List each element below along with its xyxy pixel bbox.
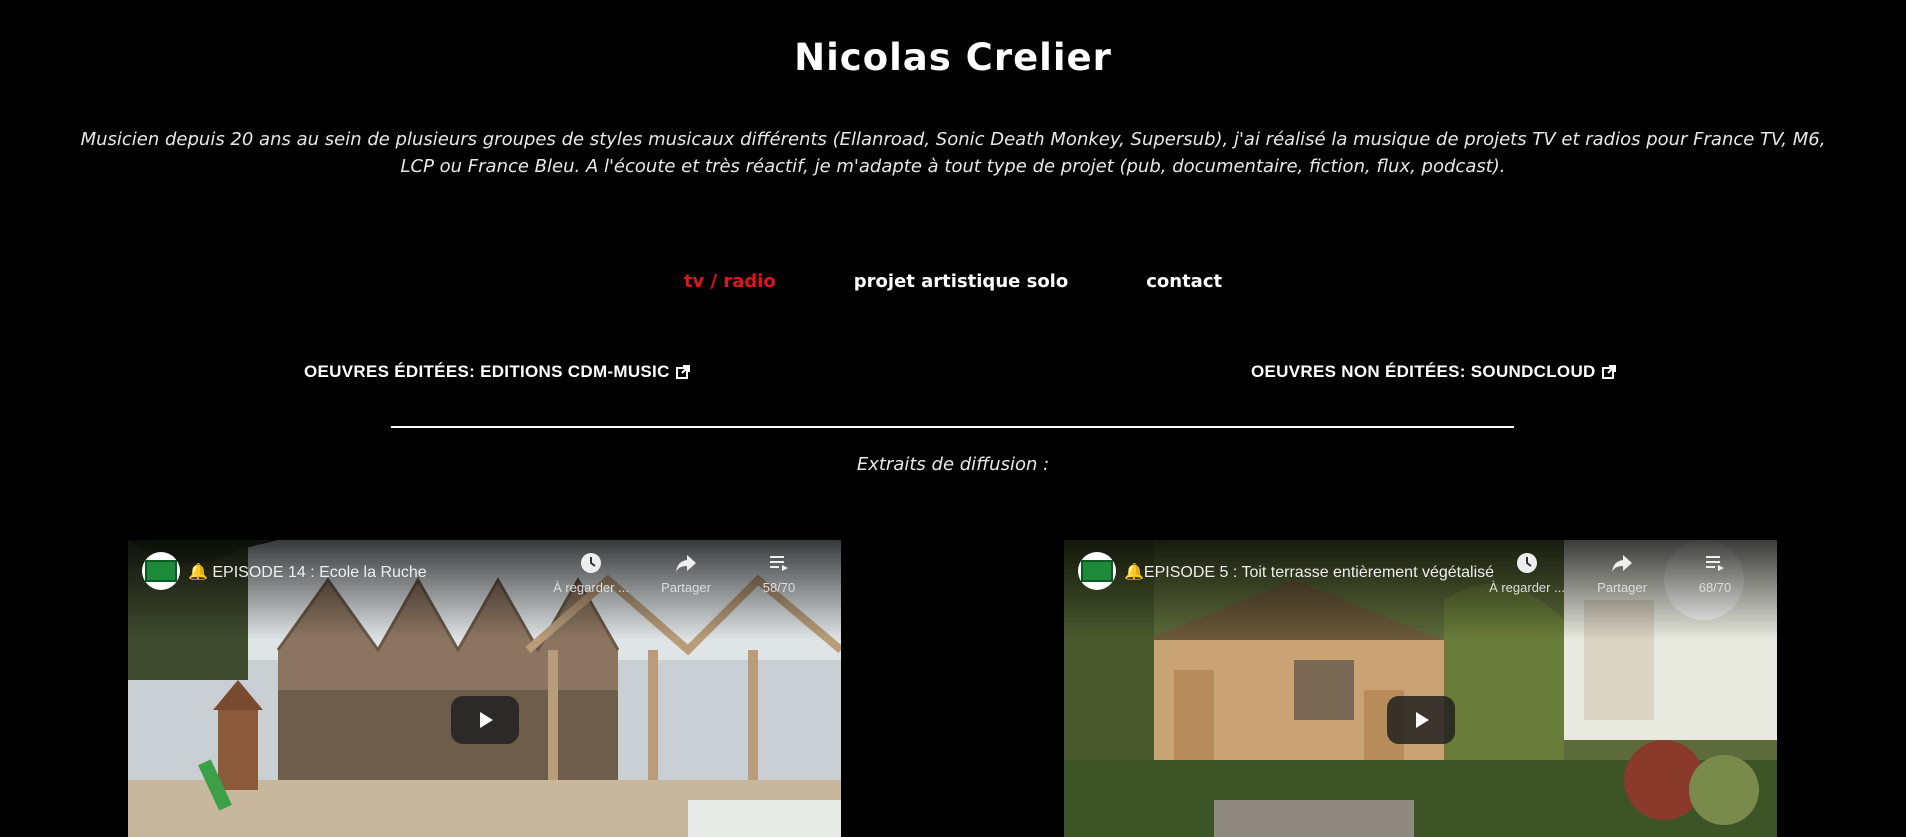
watch-later-label: À regarder ... bbox=[553, 580, 629, 595]
site-title: Nicolas Crelier bbox=[794, 36, 1112, 79]
play-button[interactable] bbox=[451, 696, 519, 744]
external-link-icon bbox=[675, 365, 690, 379]
edited-works-link[interactable]: OEUVRES ÉDITÉES: EDITIONS CDM-MUSIC bbox=[304, 362, 690, 382]
watch-later-label: À regarder ... bbox=[1489, 580, 1565, 595]
play-icon bbox=[480, 712, 493, 728]
share-button[interactable]: Partager bbox=[1577, 552, 1667, 595]
excerpts-heading: Extraits de diffusion : bbox=[856, 454, 1050, 475]
video-embed-episode-5[interactable]: 🔔EPISODE 5 : Toit terrasse entièrement v… bbox=[1064, 540, 1777, 837]
play-icon bbox=[1416, 712, 1429, 728]
playlist-icon bbox=[770, 556, 788, 571]
playlist-button[interactable]: 58/70 bbox=[734, 552, 824, 595]
clock-icon bbox=[1517, 553, 1537, 573]
external-link-icon bbox=[1601, 365, 1616, 379]
nav-item-tv-radio[interactable]: tv / radio bbox=[684, 271, 776, 292]
main-nav: tv / radio projet artistique solo contac… bbox=[0, 271, 1906, 292]
unedited-works-label: OEUVRES NON ÉDITÉES: SOUNDCLOUD bbox=[1251, 362, 1596, 381]
video-title[interactable]: 🔔 EPISODE 14 : Ecole la Ruche bbox=[188, 562, 427, 582]
nav-item-solo-project[interactable]: projet artistique solo bbox=[854, 271, 1068, 292]
unedited-works-link[interactable]: OEUVRES NON ÉDITÉES: SOUNDCLOUD bbox=[1251, 362, 1616, 382]
share-icon bbox=[676, 555, 696, 572]
edited-works-label: OEUVRES ÉDITÉES: EDITIONS CDM-MUSIC bbox=[304, 362, 670, 381]
watch-later-button[interactable]: À regarder ... bbox=[1482, 552, 1572, 595]
channel-avatar[interactable] bbox=[1078, 552, 1116, 590]
play-button[interactable] bbox=[1387, 696, 1455, 744]
playlist-count: 68/70 bbox=[1698, 580, 1732, 595]
section-divider bbox=[391, 426, 1514, 428]
playlist-icon bbox=[1706, 556, 1724, 571]
video-title[interactable]: 🔔EPISODE 5 : Toit terrasse entièrement v… bbox=[1124, 562, 1494, 582]
video-embed-episode-14[interactable]: 🔔 EPISODE 14 : Ecole la Ruche À regarder… bbox=[128, 540, 841, 837]
playlist-count: 58/70 bbox=[762, 580, 796, 595]
playlist-button[interactable]: 68/70 bbox=[1670, 552, 1760, 595]
clock-icon bbox=[581, 553, 601, 573]
share-icon bbox=[1612, 555, 1632, 572]
share-button[interactable]: Partager bbox=[641, 552, 731, 595]
share-label: Partager bbox=[661, 580, 711, 595]
channel-avatar[interactable] bbox=[142, 552, 180, 590]
watch-later-button[interactable]: À regarder ... bbox=[546, 552, 636, 595]
nav-item-contact[interactable]: contact bbox=[1146, 271, 1222, 292]
intro-text: Musicien depuis 20 ans au sein de plusie… bbox=[80, 129, 1826, 177]
share-label: Partager bbox=[1597, 580, 1647, 595]
